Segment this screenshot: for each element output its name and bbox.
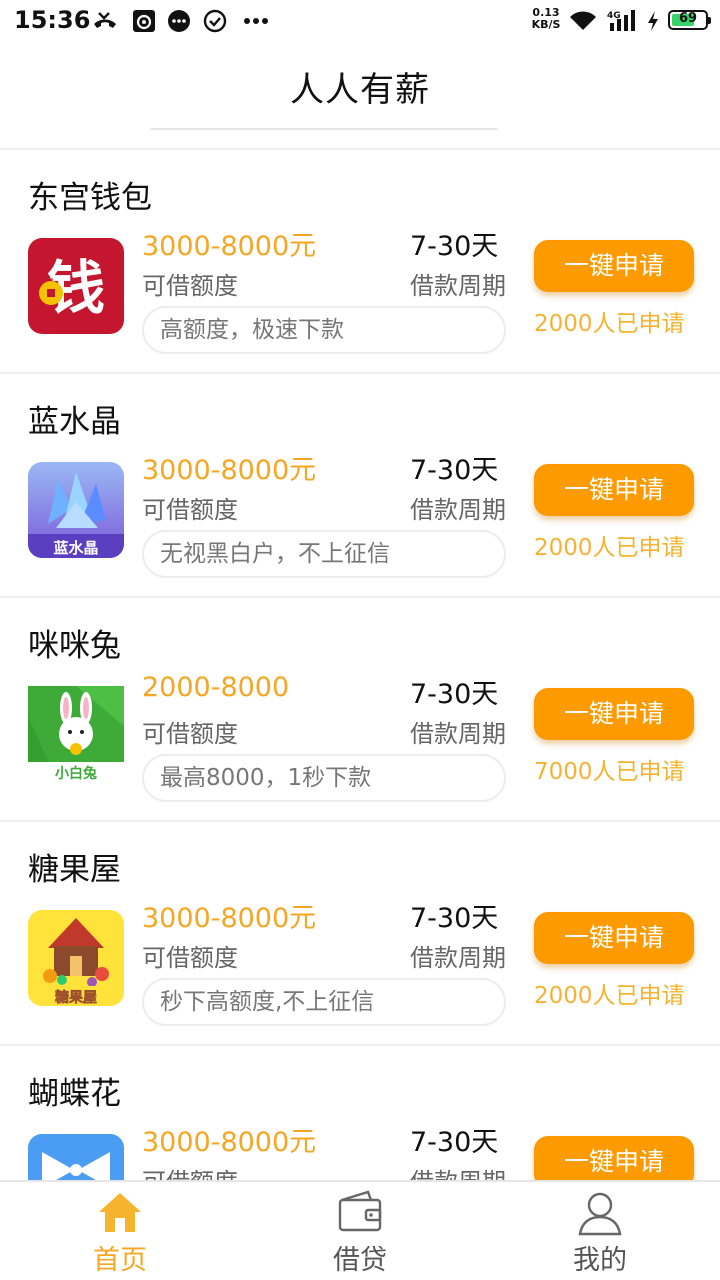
apply-button[interactable]: 一键申请 xyxy=(534,1136,694,1180)
signal-icon: 4G xyxy=(606,8,638,34)
nav-profile[interactable]: 我的 xyxy=(480,1182,720,1280)
apply-button[interactable]: 一键申请 xyxy=(534,240,694,292)
nav-label: 借贷 xyxy=(333,1245,387,1276)
logo-text: 小白兔 xyxy=(55,765,97,782)
apply-button[interactable]: 一键申请 xyxy=(534,688,694,740)
user-icon xyxy=(576,1190,624,1236)
amount-label: 可借额度 xyxy=(142,720,238,748)
apply-count: 2000人已申请 xyxy=(534,535,685,561)
more-dots-icon xyxy=(242,8,270,34)
amount-label: 可借额度 xyxy=(142,944,238,972)
apply-count: 7000人已申请 xyxy=(534,759,685,785)
loan-item[interactable]: 东宫钱包 钱 3000-8000元 可借额度 7-30天 借款周期 高额度，极速… xyxy=(0,150,720,374)
page-title: 人人有薪 xyxy=(290,70,430,110)
bottom-nav: 首页 借贷 我的 xyxy=(0,1180,720,1280)
term-label: 借款周期 xyxy=(410,272,506,300)
amount-label: 可借额度 xyxy=(142,1162,238,1180)
apply-count: 2000人已申请 xyxy=(534,311,685,337)
apply-button[interactable]: 一键申请 xyxy=(534,912,694,964)
charging-icon xyxy=(644,8,662,34)
loan-item[interactable]: 蓝水晶 蓝水晶 3000-8000元 可借额度 7-30天 借款周期 无视黑白户… xyxy=(0,374,720,598)
message-icon xyxy=(166,8,192,34)
loan-tagline: 最高8000，1秒下款 xyxy=(142,754,506,802)
amount-label: 可借额度 xyxy=(142,272,238,300)
loan-term: 7-30天 xyxy=(410,679,499,710)
loan-term: 7-30天 xyxy=(410,903,499,934)
loan-tagline: 高额度，极速下款 xyxy=(142,306,506,354)
loan-item[interactable]: 蝴蝶花 3000-8000元 可借额度 7-30天 借款周期 一键申请 xyxy=(0,1046,720,1180)
loan-tagline: 无视黑白户，不上征信 xyxy=(142,530,506,578)
candy-house-logo[interactable]: 糖果屋 xyxy=(28,910,124,1006)
nav-home[interactable]: 首页 xyxy=(0,1182,240,1280)
bow-logo[interactable] xyxy=(28,1134,124,1180)
amount-label: 可借额度 xyxy=(142,496,238,524)
check-circle-icon xyxy=(202,8,228,34)
app-header: 人人有薪 xyxy=(0,42,720,128)
loan-item[interactable]: 糖果屋 糖果屋 3000-8000元 可借额度 7-30天 借款周期 秒下高额度… xyxy=(0,822,720,1046)
loan-amount: 3000-8000元 xyxy=(142,1127,317,1158)
term-label: 借款周期 xyxy=(410,720,506,748)
header-underline xyxy=(150,128,498,130)
loan-amount: 3000-8000元 xyxy=(142,455,317,486)
loan-term: 7-30天 xyxy=(410,1127,499,1158)
term-label: 借款周期 xyxy=(410,496,506,524)
nav-label: 首页 xyxy=(93,1245,147,1276)
apply-button[interactable]: 一键申请 xyxy=(534,464,694,516)
app-notification-icon xyxy=(130,8,158,34)
crystal-logo[interactable]: 蓝水晶 xyxy=(28,462,124,558)
wallet-logo[interactable]: 钱 xyxy=(28,238,124,334)
status-bar: 15:36 0.13 KB/S 4G 69 xyxy=(0,0,720,42)
wallet-icon xyxy=(336,1190,384,1236)
wifi-icon xyxy=(568,8,598,34)
logo-text: 蓝水晶 xyxy=(53,539,98,557)
loan-tagline: 秒下高额度,不上征信 xyxy=(142,978,506,1026)
loan-name: 蝴蝶花 xyxy=(28,1076,121,1112)
term-label: 借款周期 xyxy=(410,1162,506,1180)
loan-name: 糖果屋 xyxy=(28,852,121,888)
loan-term: 7-30天 xyxy=(410,455,499,486)
apply-count: 2000人已申请 xyxy=(534,983,685,1009)
loan-list[interactable]: 东宫钱包 钱 3000-8000元 可借额度 7-30天 借款周期 高额度，极速… xyxy=(0,150,720,1180)
term-label: 借款周期 xyxy=(410,944,506,972)
logo-text: 糖果屋 xyxy=(55,989,97,1006)
home-icon xyxy=(96,1190,144,1236)
net-speed-unit: KB/S xyxy=(531,18,561,31)
status-time: 15:36 xyxy=(14,6,91,34)
loan-amount: 3000-8000元 xyxy=(142,903,317,934)
net-speed: 0.13 KB/S xyxy=(528,7,564,31)
missed-call-icon xyxy=(90,8,120,34)
loan-amount: 2000-8000 xyxy=(142,672,290,703)
battery-icon: 69 xyxy=(668,10,711,30)
loan-name: 咪咪兔 xyxy=(28,628,121,664)
loan-name: 东宫钱包 xyxy=(28,180,152,216)
loan-term: 7-30天 xyxy=(410,231,499,262)
rabbit-logo[interactable]: 小白兔 xyxy=(28,686,124,782)
nav-label: 我的 xyxy=(573,1245,627,1276)
nav-loan[interactable]: 借贷 xyxy=(240,1182,480,1280)
loan-amount: 3000-8000元 xyxy=(142,231,317,262)
loan-name: 蓝水晶 xyxy=(28,404,121,440)
battery-level: 69 xyxy=(678,11,698,26)
loan-item[interactable]: 咪咪兔 小白兔 2000-8000 可借额度 7-30天 借款周期 最高8000… xyxy=(0,598,720,822)
